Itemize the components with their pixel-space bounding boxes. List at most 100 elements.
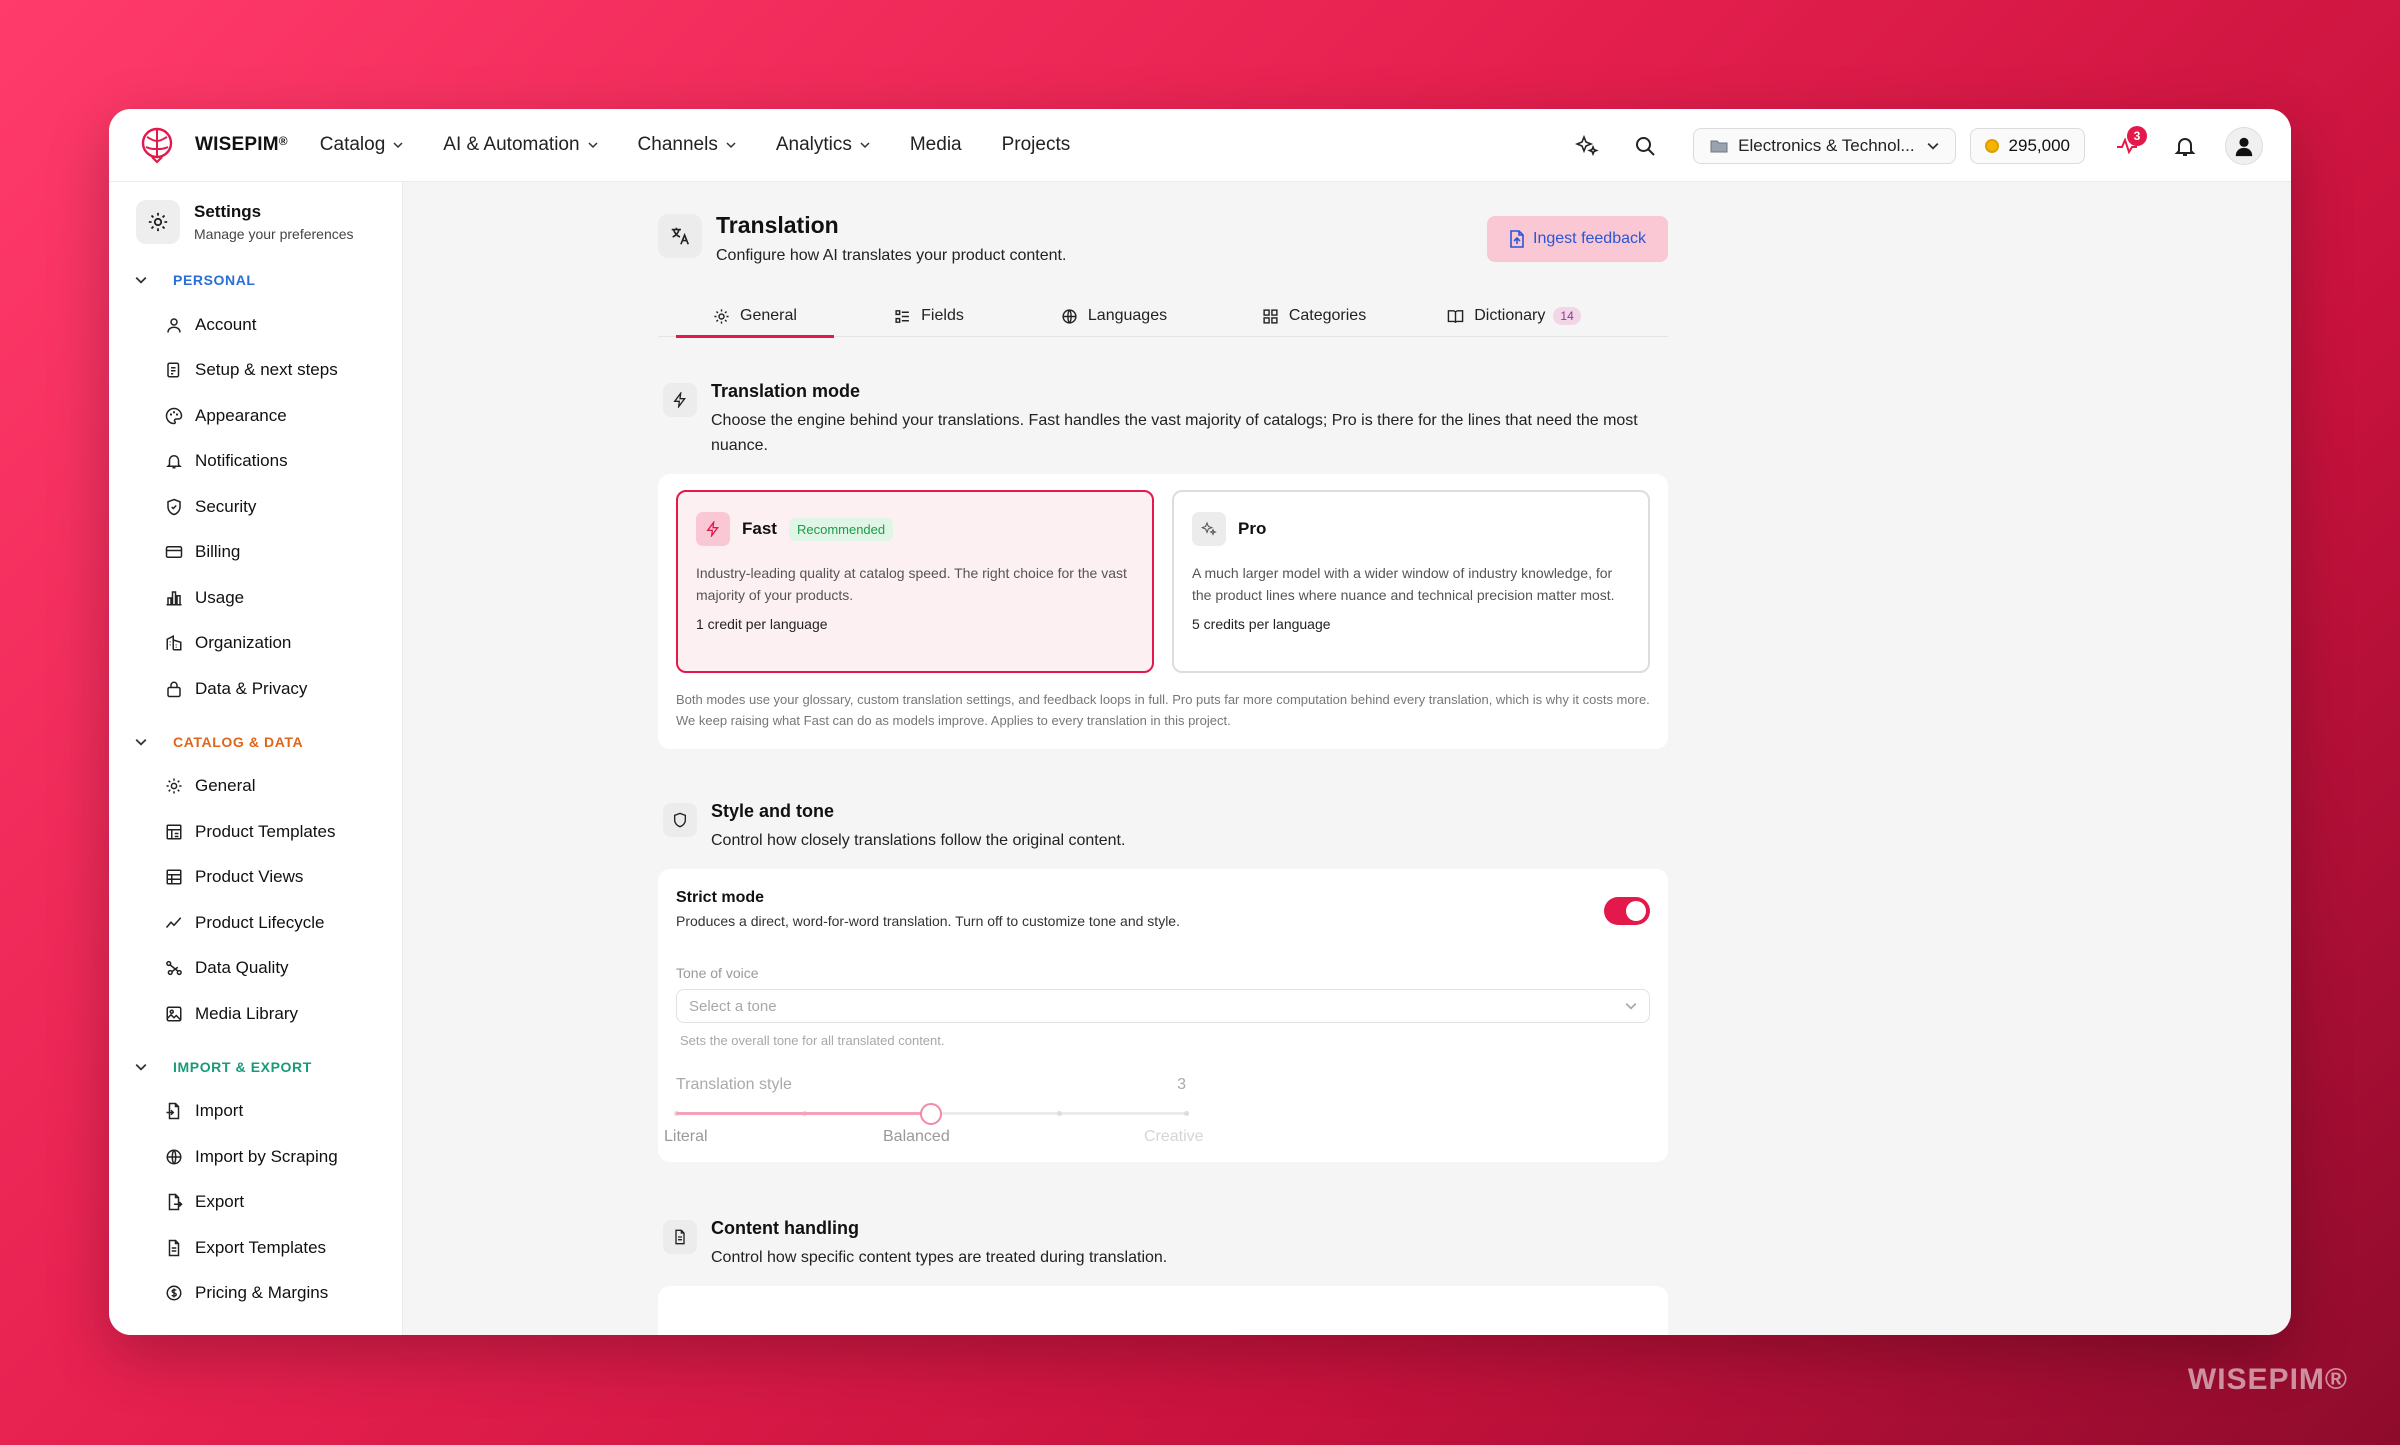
- chevron-down-icon: [588, 142, 598, 149]
- gear-icon: [714, 308, 729, 324]
- section-import-export[interactable]: IMPORT & EXPORT: [135, 1045, 402, 1089]
- nav-analytics[interactable]: Analytics: [776, 134, 870, 156]
- brain-logo-icon: [141, 127, 173, 164]
- sparkle-icon: [1192, 512, 1226, 546]
- tone-select[interactable]: Select a tone: [676, 989, 1650, 1023]
- ingest-feedback-button[interactable]: Ingest feedback: [1487, 216, 1668, 262]
- main-nav: Catalog AI & Automation Channels Analyti…: [320, 134, 1110, 156]
- sidebar-item-appearance[interactable]: Appearance: [165, 393, 402, 439]
- sidebar-item-general[interactable]: General: [165, 764, 402, 810]
- checklist-icon: [167, 362, 180, 378]
- credit-card-icon: [165, 546, 183, 559]
- sidebar-item-pricing-margins[interactable]: Pricing & Margins: [165, 1271, 402, 1317]
- shield-icon: [167, 498, 181, 516]
- user-icon: [167, 318, 181, 333]
- translation-style-slider[interactable]: [674, 1098, 1189, 1128]
- section-catalog-data[interactable]: CATALOG & DATA: [135, 720, 402, 764]
- globe-icon: [1062, 308, 1077, 324]
- chevron-down-icon: [135, 276, 147, 284]
- settings-sidebar: Settings Manage your preferences PERSONA…: [109, 182, 403, 1335]
- nav-projects[interactable]: Projects: [1002, 134, 1071, 156]
- tab-general[interactable]: General: [676, 295, 834, 338]
- translation-mode-card: Fast Recommended Industry-leading qualit…: [658, 474, 1668, 749]
- tone-select-placeholder: Select a tone: [689, 997, 777, 1015]
- brand-watermark: WISEPIM®: [2187, 1363, 2348, 1396]
- dictionary-count-badge: 14: [1553, 307, 1581, 325]
- sidebar-item-product-templates[interactable]: Product Templates: [165, 809, 402, 855]
- ai-sparkle-button[interactable]: [1567, 126, 1607, 166]
- sidebar-item-usage[interactable]: Usage: [165, 575, 402, 621]
- bar-chart-icon: [166, 591, 182, 606]
- sidebar-item-data-quality[interactable]: Data Quality: [165, 946, 402, 992]
- nav-media[interactable]: Media: [910, 134, 962, 156]
- chevron-down-icon: [135, 1063, 147, 1071]
- palette-icon: [165, 407, 183, 425]
- style-tone-card: Strict mode Produces a direct, word-for-…: [658, 869, 1668, 1162]
- tab-categories[interactable]: Categories: [1214, 295, 1414, 337]
- sidebar-item-security[interactable]: Security: [165, 484, 402, 530]
- chevron-down-icon: [1927, 142, 1938, 150]
- translation-mode-desc: Choose the engine behind your translatio…: [711, 412, 1638, 454]
- notifications-button[interactable]: [2165, 126, 2205, 166]
- tab-fields[interactable]: Fields: [844, 295, 1014, 337]
- sidebar-item-import[interactable]: Import: [165, 1089, 402, 1135]
- grid-icon: [1263, 308, 1278, 324]
- translate-icon: [658, 214, 702, 258]
- sidebar-item-export[interactable]: Export: [165, 1180, 402, 1226]
- workspace-name: Electronics & Technol...: [1738, 135, 1915, 155]
- sidebar-item-billing[interactable]: Billing: [165, 530, 402, 576]
- content-handling-card: [658, 1286, 1668, 1335]
- sidebar-item-organization[interactable]: Organization: [165, 621, 402, 667]
- nav-ai-automation[interactable]: AI & Automation: [443, 134, 598, 156]
- sidebar-item-product-lifecycle[interactable]: Product Lifecycle: [165, 900, 402, 946]
- tab-dictionary[interactable]: Dictionary 14: [1414, 295, 1614, 337]
- bell-icon: [166, 455, 182, 469]
- strict-mode-toggle[interactable]: [1604, 897, 1650, 925]
- slider-label-creative: Creative: [1144, 1128, 1204, 1145]
- top-navigation-bar: WISEPIM® Catalog AI & Automation Channel…: [109, 109, 2291, 182]
- sidebar-item-setup[interactable]: Setup & next steps: [165, 348, 402, 394]
- file-upload-icon: [1510, 230, 1524, 248]
- strict-mode-desc: Produces a direct, word-for-word transla…: [676, 913, 1180, 929]
- nav-channels[interactable]: Channels: [638, 134, 736, 156]
- brand-logo[interactable]: WISEPIM®: [137, 125, 288, 165]
- slider-thumb[interactable]: [920, 1103, 942, 1125]
- style-tone-desc: Control how closely translations follow …: [711, 832, 1126, 849]
- mode-option-pro[interactable]: Pro A much larger model with a wider win…: [1172, 490, 1650, 673]
- mode-fast-cost: 1 credit per language: [696, 616, 828, 632]
- bolt-icon: [663, 383, 697, 417]
- nodes-icon: [166, 961, 182, 976]
- page-header: Translation Configure how AI translates …: [658, 212, 1668, 265]
- strict-mode-title: Strict mode: [676, 889, 765, 906]
- search-button[interactable]: [1625, 126, 1665, 166]
- credits-balance[interactable]: 295,000: [1969, 127, 2085, 164]
- page-subtitle: Configure how AI translates your product…: [716, 247, 1067, 264]
- mode-pro-cost: 5 credits per language: [1192, 616, 1331, 632]
- mode-fast-desc: Industry-leading quality at catalog spee…: [696, 565, 1127, 603]
- activity-button[interactable]: 3: [2107, 125, 2147, 166]
- mode-fast-name: Fast: [742, 519, 777, 538]
- sidebar-item-import-scraping[interactable]: Import by Scraping: [165, 1134, 402, 1180]
- chevron-down-icon: [135, 738, 147, 746]
- mode-option-fast[interactable]: Fast Recommended Industry-leading qualit…: [676, 490, 1154, 673]
- tone-of-voice-label: Tone of voice: [676, 965, 759, 981]
- sidebar-item-data-privacy[interactable]: Data & Privacy: [165, 666, 402, 712]
- workspace-selector[interactable]: Electronics & Technol...: [1693, 127, 1956, 164]
- trend-line-icon: [165, 916, 182, 928]
- sidebar-item-account[interactable]: Account: [165, 302, 402, 348]
- app-window: WISEPIM® Catalog AI & Automation Channel…: [109, 109, 2291, 1335]
- nav-catalog[interactable]: Catalog: [320, 134, 404, 156]
- section-personal[interactable]: PERSONAL: [135, 258, 402, 302]
- sidebar-item-product-views[interactable]: Product Views: [165, 855, 402, 901]
- sidebar-subtitle: Manage your preferences: [194, 226, 354, 242]
- user-avatar[interactable]: [2225, 126, 2263, 165]
- tab-languages[interactable]: Languages: [1014, 295, 1214, 337]
- sidebar-item-notifications[interactable]: Notifications: [165, 439, 402, 485]
- sidebar-item-media-library[interactable]: Media Library: [165, 991, 402, 1037]
- sidebar-item-export-templates[interactable]: Export Templates: [165, 1225, 402, 1271]
- top-right-controls: Electronics & Technol... 295,000 3: [1549, 109, 2263, 182]
- page-title: Translation: [716, 212, 839, 238]
- credits-value: 295,000: [2008, 135, 2070, 155]
- coin-icon: [1984, 138, 1999, 153]
- activity-count-badge: 3: [2127, 125, 2147, 146]
